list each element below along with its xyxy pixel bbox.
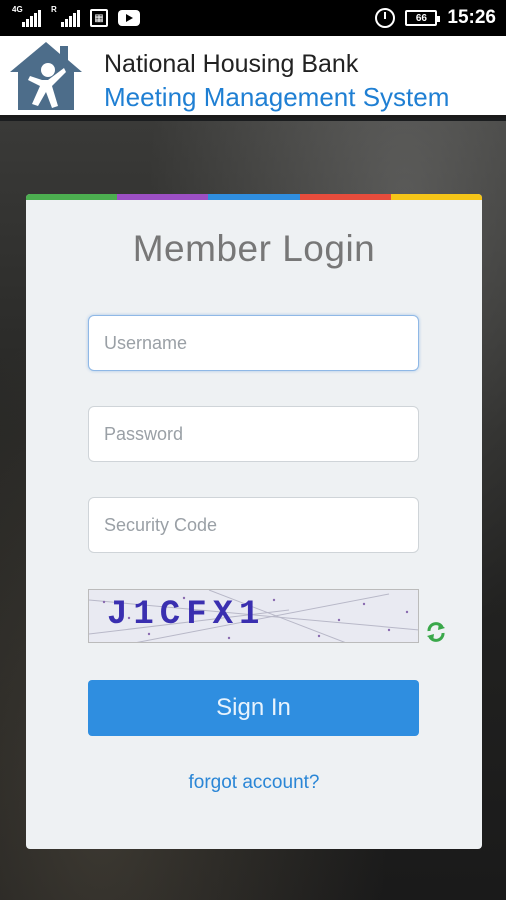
app-notification-icon: ▦ — [90, 9, 108, 27]
battery-icon: 66 — [405, 10, 441, 26]
alarm-icon — [375, 8, 396, 28]
security-code-input[interactable] — [88, 497, 419, 553]
signal-roaming-icon: R — [51, 5, 80, 27]
system-name: Meeting Management System — [104, 82, 450, 112]
refresh-captcha-icon[interactable] — [425, 621, 447, 643]
color-stripe — [26, 194, 482, 200]
username-input[interactable] — [88, 315, 419, 371]
forgot-account-link[interactable]: forgot account? — [26, 772, 482, 794]
password-input[interactable] — [88, 406, 419, 462]
sign-in-button[interactable]: Sign In — [88, 680, 419, 736]
status-time: 15:26 — [447, 7, 496, 28]
signal-icon: 4G — [12, 5, 41, 27]
login-card: Member Login J1CFX1 Sign In — [26, 194, 482, 849]
org-name: National Housing Bank — [104, 50, 359, 78]
app-header: National Housing Bank Meeting Management… — [0, 36, 506, 118]
captcha-image: J1CFX1 — [88, 589, 419, 643]
captcha-text: J1CFX1 — [107, 596, 265, 634]
youtube-icon — [118, 10, 140, 26]
status-bar: 4G R ▦ 66 15:26 — [0, 0, 506, 36]
house-person-logo-icon — [10, 42, 82, 110]
login-title: Member Login — [132, 228, 376, 269]
